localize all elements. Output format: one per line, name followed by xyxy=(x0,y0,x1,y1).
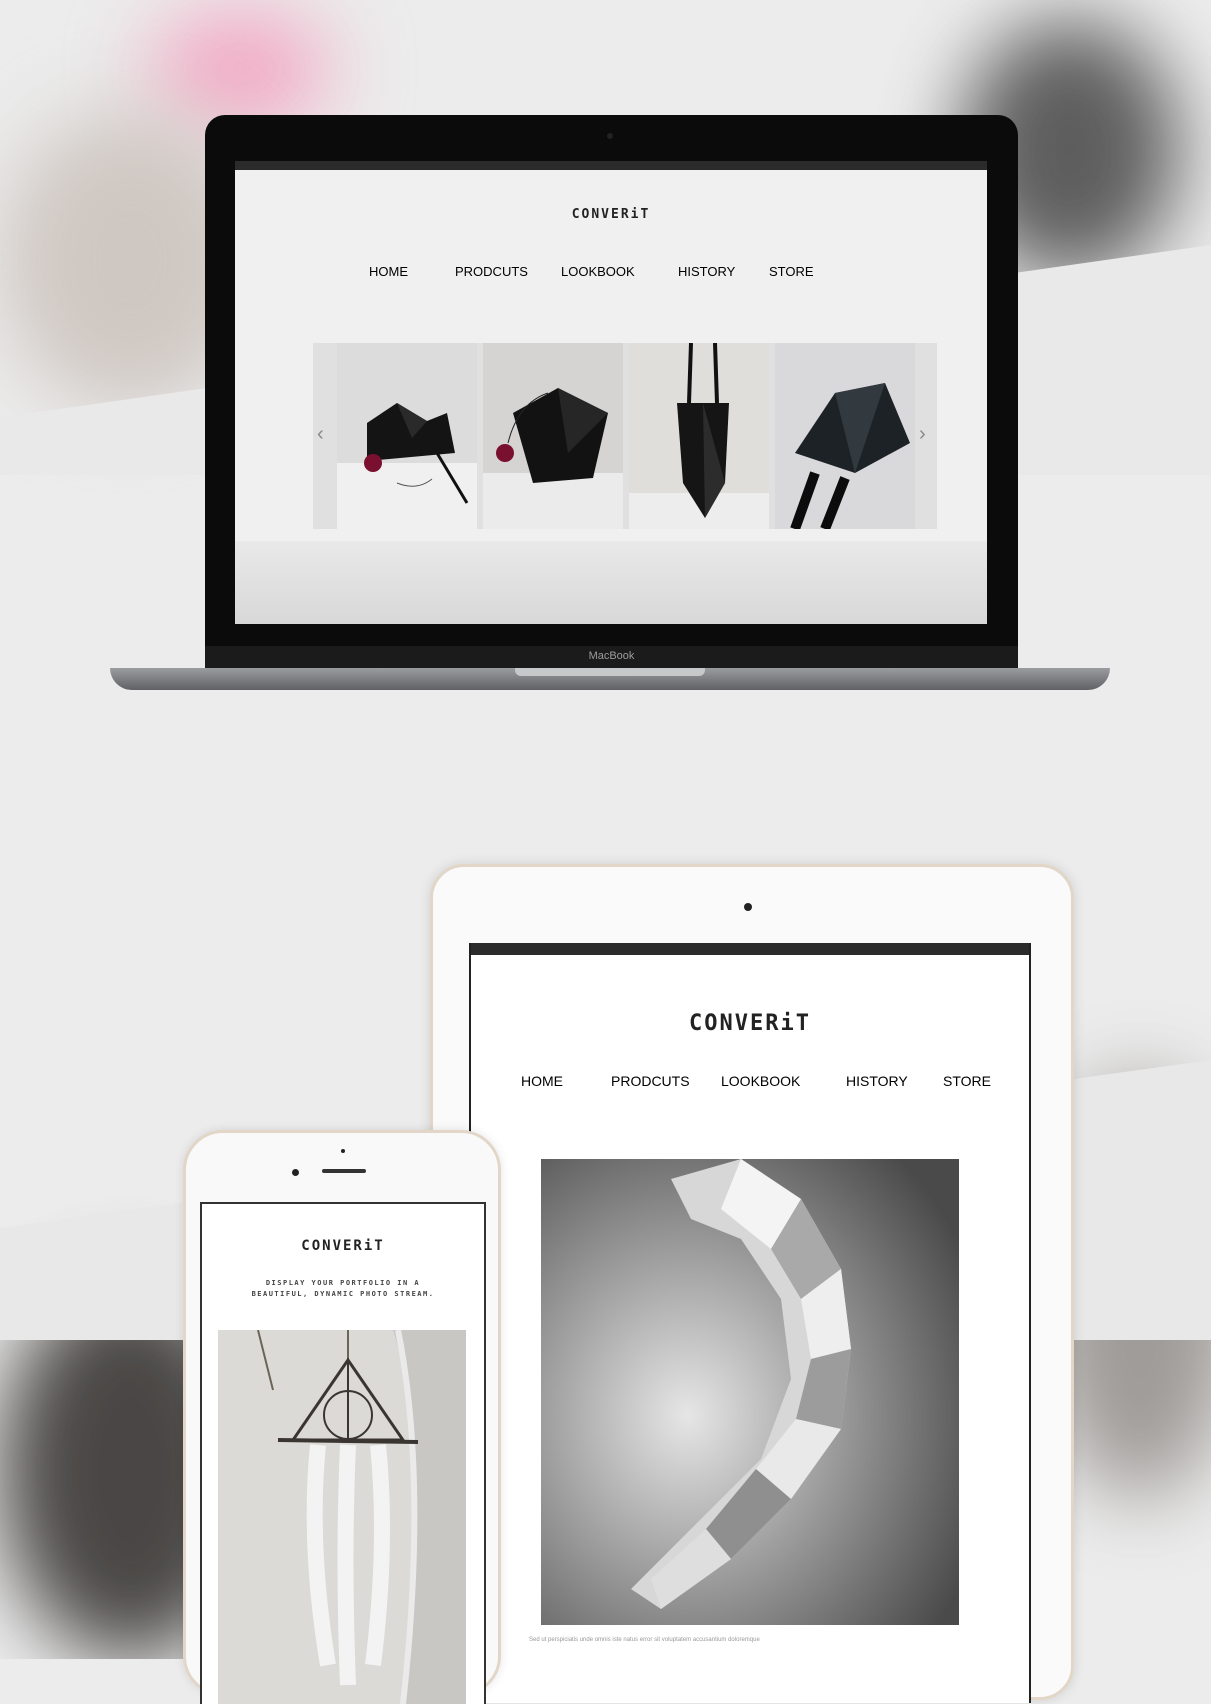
laptop-mockup: CONVERiT HOME PRODCUTS LOOKBOOK HISTORY … xyxy=(205,115,1018,671)
bag-image xyxy=(337,343,477,529)
carousel-slide[interactable] xyxy=(775,343,915,529)
camera xyxy=(607,133,613,139)
browser-bar xyxy=(235,161,987,170)
camera xyxy=(744,903,752,911)
nav-home[interactable]: HOME xyxy=(521,1073,563,1089)
carousel-slide[interactable] xyxy=(337,343,477,529)
nav-store[interactable]: STORE xyxy=(769,264,814,279)
site-logo[interactable]: CONVERiT xyxy=(471,1011,1029,1036)
hero-image[interactable] xyxy=(218,1330,466,1704)
dreamcatcher-image xyxy=(218,1330,466,1704)
laptop-screen: CONVERiT HOME PRODCUTS LOOKBOOK HISTORY … xyxy=(235,161,987,624)
brand-label: MacBook xyxy=(588,650,635,662)
chevron-left-icon[interactable]: ‹ xyxy=(317,423,324,446)
nav-history[interactable]: HISTORY xyxy=(678,264,735,279)
chevron-right-icon[interactable]: › xyxy=(919,423,926,446)
site-logo[interactable]: CONVERiT xyxy=(202,1238,484,1254)
folded-paper-image xyxy=(541,1159,959,1625)
tablet-screen: CONVERiT HOME PRODCUTS LOOKBOOK HISTORY … xyxy=(469,943,1031,1703)
image-carousel: ‹ › xyxy=(313,343,937,529)
nav-store[interactable]: STORE xyxy=(943,1073,991,1089)
nav-history[interactable]: HISTORY xyxy=(846,1073,908,1089)
carousel-slide[interactable] xyxy=(629,343,769,529)
bag-image xyxy=(775,343,915,529)
laptop-notch xyxy=(515,668,705,676)
bg-blur-pink xyxy=(150,10,330,130)
phone-screen: CONVERiT DISPLAY YOUR PORTFOLIO IN A BEA… xyxy=(200,1202,486,1704)
tagline-line: BEAUTIFUL, DYNAMIC PHOTO STREAM. xyxy=(251,1290,435,1298)
caption-text: Sed ut perspiciatis unde omnis iste natu… xyxy=(529,1637,760,1643)
tagline-line: DISPLAY YOUR PORTFOLIO IN A xyxy=(265,1279,421,1287)
sensor xyxy=(341,1149,345,1153)
phone-mockup: CONVERiT DISPLAY YOUR PORTFOLIO IN A BEA… xyxy=(183,1130,501,1704)
hero-image[interactable] xyxy=(541,1159,959,1625)
nav-lookbook[interactable]: LOOKBOOK xyxy=(561,264,635,279)
bag-image xyxy=(629,343,769,529)
camera xyxy=(292,1169,299,1176)
site-logo[interactable]: CONVERiT xyxy=(235,207,987,222)
nav-products[interactable]: PRODCUTS xyxy=(611,1073,690,1089)
speaker xyxy=(322,1169,366,1173)
bag-image xyxy=(483,343,623,529)
tagline: DISPLAY YOUR PORTFOLIO IN A BEAUTIFUL, D… xyxy=(212,1278,474,1300)
nav-lookbook[interactable]: LOOKBOOK xyxy=(721,1073,800,1089)
tablet-mockup: CONVERiT HOME PRODCUTS LOOKBOOK HISTORY … xyxy=(430,864,1074,1703)
carousel-slide[interactable] xyxy=(483,343,623,529)
laptop-chin: MacBook xyxy=(205,646,1018,670)
browser-bar xyxy=(471,943,1029,955)
nav-home[interactable]: HOME xyxy=(369,264,408,279)
screen-reflection xyxy=(235,541,987,624)
nav-products[interactable]: PRODCUTS xyxy=(455,264,528,279)
